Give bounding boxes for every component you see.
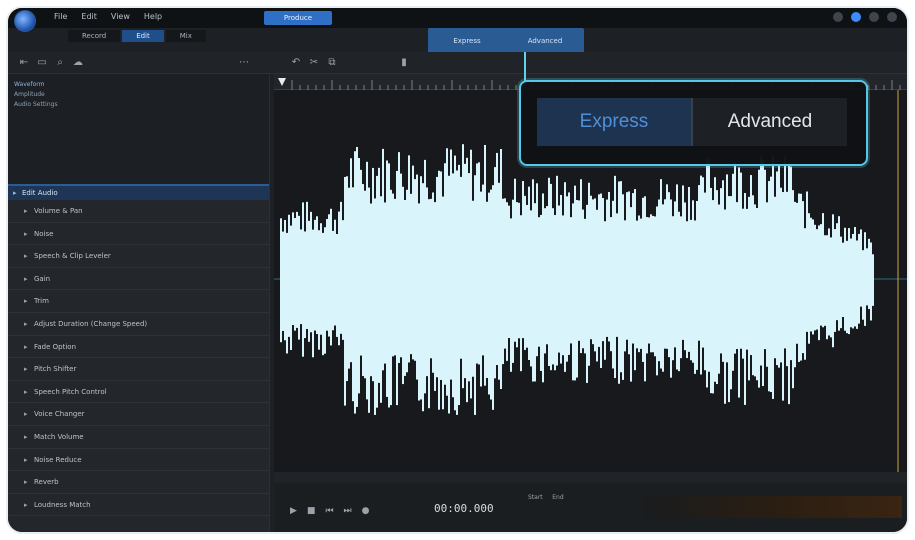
transport-bar: ▶ ■ ⏮ ⏭ ● 00:00.000 Start End (274, 484, 907, 532)
mode-toggle-small: Express Advanced (428, 28, 584, 54)
effect-item[interactable]: Reverb (8, 471, 269, 494)
menu-view[interactable]: View (111, 12, 130, 21)
settings-icon[interactable] (833, 12, 843, 22)
record-icon[interactable]: ● (362, 506, 370, 516)
cut-icon[interactable]: ✂ (308, 57, 320, 69)
express-mode-button[interactable]: Express (537, 98, 691, 146)
help-icon[interactable] (869, 12, 879, 22)
tab-record[interactable]: Record (68, 30, 121, 42)
play-icon[interactable]: ▶ (290, 506, 297, 516)
undo-icon[interactable]: ↶ (290, 57, 302, 69)
cloud-icon[interactable]: ☁ (72, 57, 84, 69)
title-bar: File Edit View Help Produce (8, 8, 907, 32)
effect-item[interactable]: Loudness Match (8, 494, 269, 517)
account-icon[interactable] (851, 12, 861, 22)
app-logo-icon (14, 10, 36, 32)
effect-item[interactable]: Adjust Duration (Change Speed) (8, 313, 269, 336)
search-icon[interactable]: ⌕ (54, 57, 66, 69)
stop-icon[interactable]: ■ (307, 506, 316, 516)
mode-toggle-callout: Express Advanced (519, 80, 868, 166)
mode-express-small[interactable]: Express (428, 37, 506, 45)
effect-item[interactable]: Match Volume (8, 426, 269, 449)
effect-item[interactable]: Pitch Shifter (8, 358, 269, 381)
tab-edit[interactable]: Edit (122, 30, 164, 42)
transport-controls: ▶ ■ ⏮ ⏭ ● (290, 506, 370, 516)
section-edit-audio[interactable]: Edit Audio (8, 184, 269, 200)
effect-item[interactable]: Volume & Pan (8, 200, 269, 223)
produce-button[interactable]: Produce (264, 11, 332, 25)
playhead-icon[interactable] (278, 78, 286, 86)
toolbar: ⇤ ▭ ⌕ ☁ ⋯ ↶ ✂ ⧉ ▮ (8, 52, 907, 74)
window-controls (833, 12, 897, 22)
advanced-mode-button[interactable]: Advanced (693, 98, 847, 146)
mode-advanced-small[interactable]: Advanced (506, 37, 584, 45)
effect-item[interactable]: Voice Changer (8, 403, 269, 426)
menu-file[interactable]: File (54, 12, 67, 21)
menu-edit[interactable]: Edit (81, 12, 97, 21)
effect-item[interactable]: Fade Option (8, 336, 269, 359)
end-label: End (552, 494, 564, 501)
status-list: Waveform Amplitude Audio Settings (8, 74, 269, 184)
marker-icon[interactable]: ▮ (398, 57, 410, 69)
start-end-fields: Start End (528, 494, 564, 501)
workspace-tabs: Record Edit Mix (68, 30, 206, 42)
status-item[interactable]: Audio Settings (14, 100, 263, 110)
status-item[interactable]: Waveform (14, 80, 263, 90)
effects-list: Volume & Pan Noise Speech & Clip Leveler… (8, 200, 269, 517)
menu-bar: File Edit View Help (54, 12, 162, 21)
effect-item[interactable]: Speech Pitch Control (8, 381, 269, 404)
copy-icon[interactable]: ⧉ (326, 57, 338, 69)
import-icon[interactable]: ⇤ (18, 57, 30, 69)
menu-help[interactable]: Help (144, 12, 162, 21)
folder-icon[interactable]: ▭ (36, 57, 48, 69)
start-label: Start (528, 494, 543, 501)
callout-pointer (524, 52, 526, 82)
level-meter (644, 496, 902, 518)
horizontal-scrollbar[interactable] (274, 472, 907, 482)
effect-item[interactable]: Trim (8, 290, 269, 313)
effect-item[interactable]: Noise (8, 223, 269, 246)
next-icon[interactable]: ⏭ (344, 506, 352, 516)
effect-item[interactable]: Speech & Clip Leveler (8, 245, 269, 268)
minimize-icon[interactable] (887, 12, 897, 22)
effects-panel: Waveform Amplitude Audio Settings Edit A… (8, 74, 270, 532)
previous-icon[interactable]: ⏮ (325, 506, 333, 516)
more-icon[interactable]: ⋯ (238, 57, 250, 69)
timecode-display: 00:00.000 (434, 502, 494, 515)
effect-item[interactable]: Noise Reduce (8, 449, 269, 472)
status-item[interactable]: Amplitude (14, 90, 263, 100)
tab-mix[interactable]: Mix (165, 30, 206, 42)
effect-item[interactable]: Gain (8, 268, 269, 291)
app-window: File Edit View Help Produce Record Edit … (6, 6, 909, 534)
